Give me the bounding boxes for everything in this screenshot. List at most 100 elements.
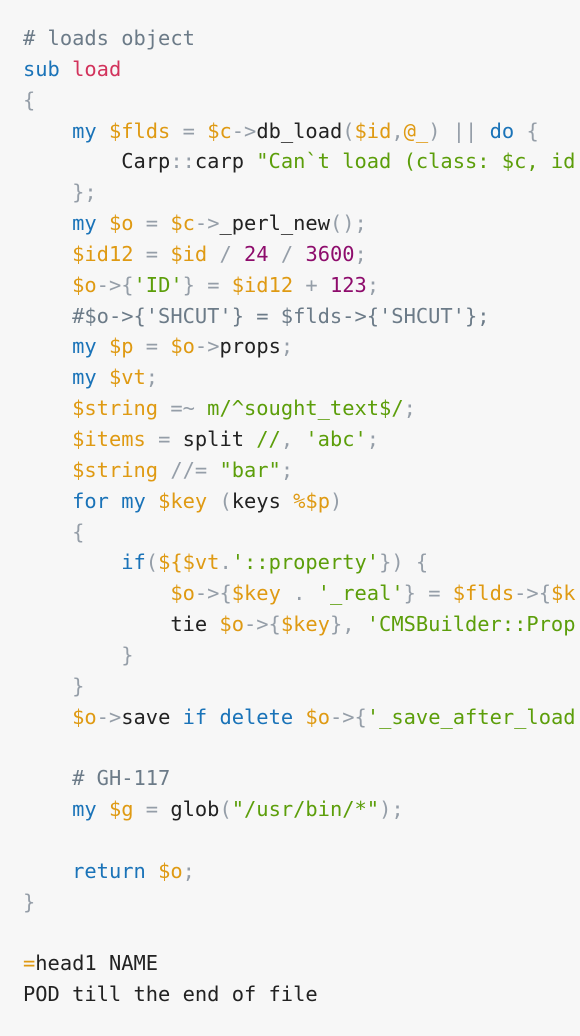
code-token-plain: Carp <box>23 149 171 174</box>
code-token-op: ) <box>428 118 441 143</box>
code-line: $o->{$key . '_real'} = $flds->{$k <box>23 578 575 609</box>
code-token-plain: db_load <box>256 118 343 143</box>
code-token-op: { <box>72 519 85 544</box>
code-token-op: } <box>23 889 36 914</box>
code-token-comment: # loads object <box>23 26 195 50</box>
code-token-op: ; <box>366 272 380 297</box>
code-token-op: -> <box>194 211 220 236</box>
code-token-keyword: my <box>72 211 97 236</box>
code-token-string: m/^sought_text$/ <box>207 396 404 421</box>
code-line: # GH-117 <box>23 763 576 794</box>
code-line: $id12 = $id / 24 / 3600; <box>23 239 576 270</box>
code-token-keyword: do <box>489 118 515 143</box>
code-token-var: $vt <box>108 365 146 390</box>
code-token-string: "bar" <box>219 457 281 482</box>
code-token-var: $o <box>305 704 330 729</box>
code-token-var: $key <box>231 581 281 606</box>
code-token-plain: keys <box>231 488 294 513</box>
code-token-op: / <box>280 241 294 266</box>
code-token-keyword: my <box>72 118 97 143</box>
code-line: { <box>23 517 576 548</box>
code-token-op: }) <box>379 550 404 575</box>
code-token-op: -> <box>231 118 257 143</box>
code-token-op: } <box>121 642 134 667</box>
code-token-var: = <box>23 951 36 976</box>
code-token-string: 'CMSBuilder::Prop <box>366 612 576 637</box>
code-token-op: ; <box>182 858 195 883</box>
code-token-plain: head1 NAME <box>35 951 159 976</box>
code-token-keyword: my <box>72 797 97 822</box>
code-line: } <box>23 887 576 918</box>
code-token-op: ->{ <box>329 704 367 729</box>
code-line: { <box>23 85 576 116</box>
code-token-number: 24 <box>244 241 269 266</box>
code-line: POD till the end of file <box>23 979 576 1010</box>
code-token-plain: tie <box>23 612 220 637</box>
code-token-op: ->{ <box>194 581 232 606</box>
code-token-op: } <box>182 272 195 297</box>
code-line: my $flds = $c->db_load($id,@_) || do { <box>23 116 576 147</box>
code-token-op: = <box>207 272 220 297</box>
code-token-op: / <box>219 241 232 266</box>
code-lines: # loads object sub load{ my $flds = $c->d… <box>23 23 576 1010</box>
code-token-keyword: return <box>72 858 146 883</box>
code-token-var: $key <box>280 612 330 637</box>
code-token-var: $c <box>207 118 232 143</box>
code-token-plain: _perl_new <box>219 211 330 236</box>
code-token-keyword: my <box>72 334 97 359</box>
code-token-var: $o <box>219 612 244 637</box>
code-token-keyword: if <box>182 704 208 729</box>
code-line: }; <box>23 177 576 208</box>
code-token-op: ->{ <box>514 581 551 606</box>
code-token-op: ( <box>342 118 355 143</box>
code-line: if(${$vt.'::property'}) { <box>23 547 576 578</box>
code-token-keyword: my <box>72 365 97 390</box>
code-token-op: ; <box>354 241 367 266</box>
code-token-op: ); <box>379 797 404 822</box>
code-token-string: '_real' <box>317 581 404 606</box>
code-token-keyword: if <box>121 550 146 575</box>
code-token-op: = <box>158 426 171 451</box>
code-token-op: }; <box>72 180 97 205</box>
code-token-number: 3600 <box>305 241 355 266</box>
code-editor[interactable]: # loads object sub load{ my $flds = $c->d… <box>0 0 580 1036</box>
code-token-keyword: for <box>72 488 109 513</box>
code-line: # loads object <box>23 23 576 54</box>
code-token-op: (); <box>329 211 367 236</box>
code-token-op: -> <box>96 704 122 729</box>
code-token-op: = <box>182 118 195 143</box>
code-token-op: = <box>428 581 441 606</box>
code-token-op: } <box>72 673 85 698</box>
code-line: return $o; <box>23 856 576 887</box>
code-line: for my $key (keys %$p) <box>23 486 576 517</box>
code-token-op: { <box>526 118 539 143</box>
code-token-op: ( <box>219 488 232 513</box>
code-token-string: 'ID' <box>133 272 183 297</box>
